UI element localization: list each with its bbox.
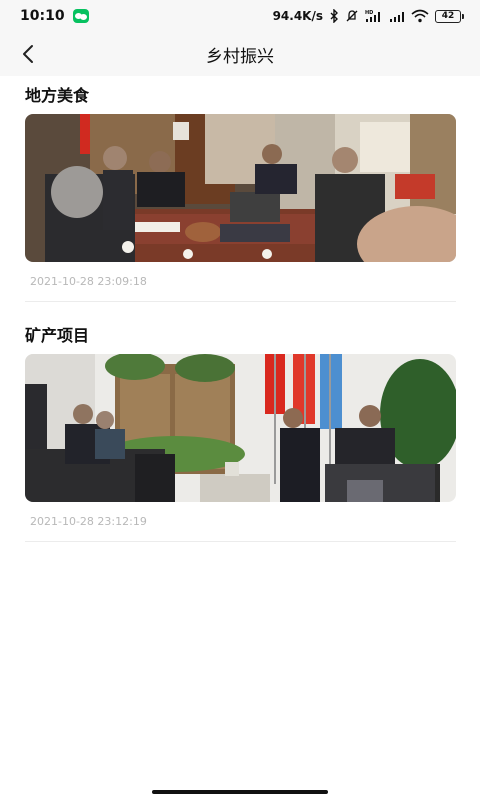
article-title: 矿产项目 <box>25 326 90 345</box>
article-title: 地方美食 <box>25 86 90 105</box>
bluetooth-icon <box>329 9 339 23</box>
meeting-photo <box>25 114 456 262</box>
divider <box>25 301 456 302</box>
signal-icon <box>389 9 405 23</box>
network-speed: 94.4K/s <box>272 9 323 23</box>
page-title: 乡村振兴 <box>206 46 274 67</box>
battery-icon: 42 <box>435 9 464 23</box>
home-indicator[interactable] <box>152 790 328 794</box>
article-date: 2021-10-28 23:09:18 <box>30 275 147 288</box>
status-time: 10:10 <box>20 8 65 24</box>
meeting-photo <box>25 354 456 502</box>
mute-icon <box>345 9 359 23</box>
article-date: 2021-10-28 23:12:19 <box>30 515 147 528</box>
status-indicators: 94.4K/s HD 42 <box>273 9 464 23</box>
article-image[interactable] <box>25 354 456 502</box>
wechat-icon <box>72 9 89 23</box>
svg-text:HD: HD <box>365 10 373 16</box>
battery-level: 42 <box>435 9 461 23</box>
signal-icon: HD <box>365 9 383 23</box>
article-list: 地方美食 2021-10-28 23:09:18 矿产项目 2021-10-28… <box>25 76 456 542</box>
divider <box>25 541 456 542</box>
back-button[interactable] <box>14 40 42 68</box>
status-bar: 10:10 94.4K/s HD 42 <box>0 0 480 32</box>
article-card[interactable]: 矿产项目 2021-10-28 23:12:19 <box>25 326 456 542</box>
wifi-icon <box>411 9 429 23</box>
chevron-left-icon <box>23 45 33 63</box>
article-card[interactable]: 地方美食 2021-10-28 23:09:18 <box>25 86 456 302</box>
article-image[interactable] <box>25 114 456 262</box>
nav-bar: 乡村振兴 <box>0 32 480 76</box>
